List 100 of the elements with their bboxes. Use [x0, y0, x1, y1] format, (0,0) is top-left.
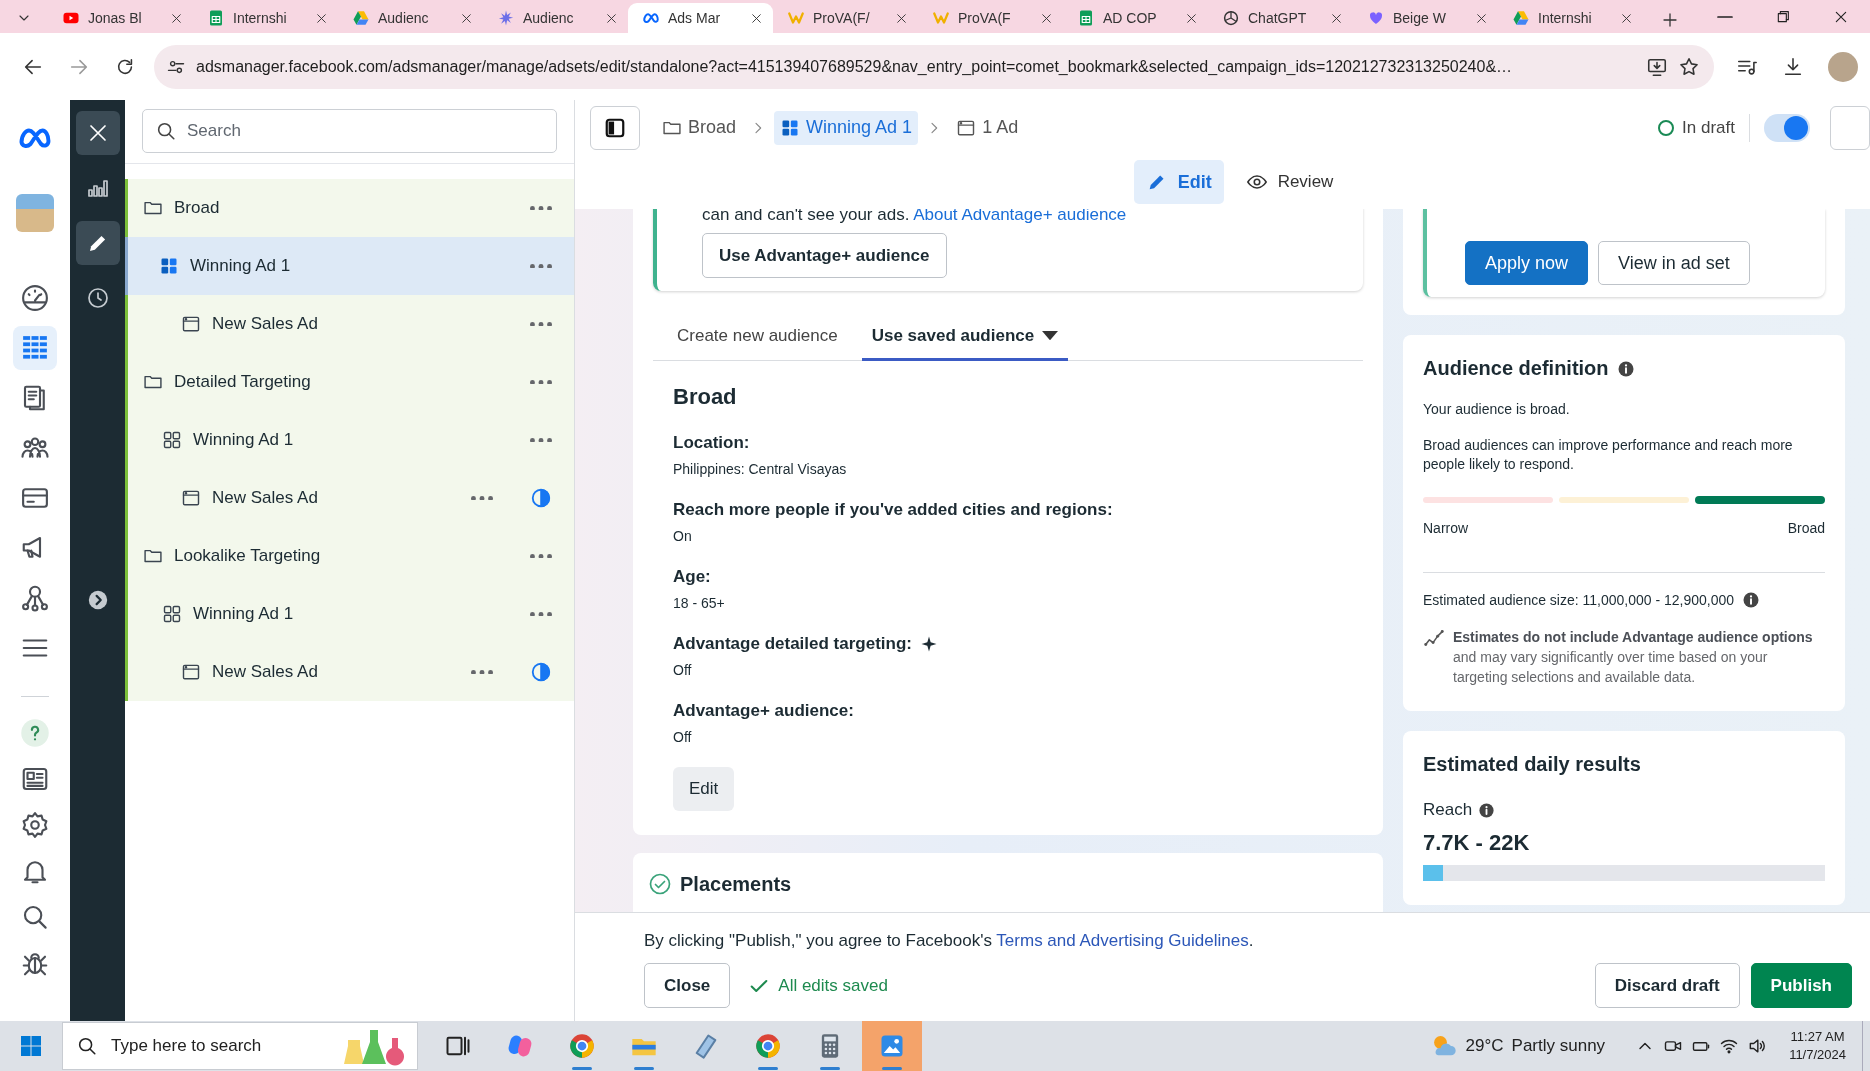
breadcrumb-item[interactable]: Broad — [656, 110, 743, 145]
triangle-logo-icon — [352, 9, 370, 27]
search-field[interactable]: Search — [142, 109, 557, 153]
browser-tab[interactable]: AD COP — [1063, 3, 1208, 33]
close-tab-button[interactable] — [1040, 11, 1053, 25]
tree-row[interactable]: New Sales Ad — [128, 643, 574, 701]
more-button[interactable] — [471, 669, 493, 675]
close-tab-button[interactable] — [750, 11, 763, 25]
field-label: Advantage+ audience: — [673, 701, 854, 721]
spreadsheet-icon — [1077, 9, 1095, 27]
weather-temp: 29°C — [1465, 1036, 1504, 1056]
tree-row[interactable]: Lookalike Targeting — [128, 527, 574, 585]
more-button[interactable] — [530, 553, 552, 559]
search-icon — [155, 120, 177, 142]
browser-tab[interactable]: Audienc — [483, 3, 628, 33]
close-tab-button[interactable] — [170, 11, 183, 25]
close-tab-button[interactable] — [315, 11, 328, 25]
close-tab-button[interactable] — [1185, 11, 1198, 25]
section-title: Placements — [680, 872, 792, 896]
browser-tab[interactable]: ProVA(F/ — [773, 3, 918, 33]
field-value: Off — [673, 662, 693, 678]
close-tab-button[interactable] — [1475, 11, 1488, 25]
breadcrumb-item[interactable]: Winning Ad 1 — [774, 110, 919, 145]
field-label: Advantage detailed targeting: — [673, 634, 912, 654]
tree-item-label: New Sales Ad — [212, 662, 318, 682]
mode-button[interactable]: Edit — [1133, 160, 1224, 204]
audience-tab[interactable]: Use saved audience — [861, 313, 1069, 361]
sidebar-toggle-icon — [604, 116, 626, 139]
card-title: Estimated daily results — [1423, 753, 1641, 776]
close-tab-button[interactable] — [460, 11, 473, 25]
more-button[interactable] — [530, 379, 552, 385]
scale-label: Narrow — [1423, 520, 1469, 536]
breadcrumb-item[interactable]: 1 Ad — [950, 110, 1025, 145]
status-ring — [1658, 119, 1675, 136]
tree-item-label: Detailed Targeting — [174, 372, 311, 392]
more-button[interactable] — [530, 611, 552, 617]
more-button[interactable] — [530, 263, 552, 269]
browser-tab[interactable]: Internshi — [1498, 3, 1643, 33]
clock[interactable]: 11:27 AM 11/7/2024 — [1789, 1028, 1846, 1064]
close-tab-button[interactable] — [895, 11, 908, 25]
tree-row[interactable]: Detailed Targeting — [128, 353, 574, 411]
nav-button[interactable] — [13, 326, 57, 370]
terms-link[interactable]: Terms and Advertising Guidelines — [996, 931, 1249, 950]
sparkle-icon — [920, 635, 938, 653]
publish-button[interactable]: Publish — [1750, 963, 1852, 1008]
half-circle-icon — [530, 661, 552, 683]
tool-button[interactable] — [75, 221, 120, 265]
help-icon — [20, 718, 50, 748]
tree-row[interactable]: Broad — [128, 179, 574, 237]
more-button[interactable] — [530, 321, 552, 327]
tree-item-label: New Sales Ad — [212, 314, 318, 334]
apply-button[interactable]: Apply now — [1465, 241, 1589, 285]
discard-button[interactable]: Discard draft — [1594, 963, 1740, 1008]
more-button[interactable] — [471, 495, 493, 501]
more-button[interactable] — [530, 205, 552, 211]
tree-row[interactable]: New Sales Ad — [128, 469, 574, 527]
close-tab-button[interactable] — [605, 11, 618, 25]
close-icon — [1185, 11, 1198, 25]
more-button[interactable] — [530, 437, 552, 443]
close-icon — [170, 11, 183, 25]
audience-tab[interactable]: Create new audience — [667, 313, 848, 361]
close-tab-button[interactable] — [1330, 11, 1343, 25]
download-icon — [1782, 55, 1804, 78]
sidebar-toggle-button[interactable] — [590, 105, 640, 150]
more-icon — [471, 669, 493, 675]
toggle-switch[interactable] — [1764, 113, 1810, 142]
browser-tab[interactable]: ProVA(F — [918, 3, 1063, 33]
mode-button[interactable]: Review — [1233, 160, 1346, 204]
star-icon[interactable] — [1678, 55, 1700, 78]
browser-tab[interactable]: Internshi — [193, 3, 338, 33]
tree-row[interactable]: Winning Ad 1 — [125, 237, 574, 295]
advantage-button[interactable]: Use Advantage+ audience — [702, 233, 947, 278]
close-button[interactable]: Close — [644, 963, 731, 1008]
tree-row[interactable]: New Sales Ad — [128, 295, 574, 353]
spreadsheet-icon — [207, 9, 225, 27]
browser-tab[interactable]: Ads Mar — [628, 3, 773, 33]
tree-row[interactable]: Winning Ad 1 — [128, 585, 574, 643]
browser-tab[interactable]: Jonas Bl — [48, 3, 193, 33]
close-button[interactable] — [75, 111, 120, 155]
consent-text: By clicking "Publish," you agree to Facebook's Terms and Advertising Guidelines. — [644, 931, 1255, 951]
tree-row[interactable]: Winning Ad 1 — [128, 411, 574, 469]
browser-tab[interactable]: Beige W — [1353, 3, 1498, 33]
browser-tab[interactable]: ChatGPT — [1208, 3, 1353, 33]
taskbar-search-field[interactable]: Type here to search — [62, 1022, 418, 1070]
audience-size: Estimated audience size: 11,000,000 - 12,900,000 — [1423, 592, 1735, 608]
grid-icon — [162, 430, 182, 450]
field-label: Reach more people if you've added cities and regions: — [673, 500, 1113, 520]
edit-button[interactable]: Edit — [673, 767, 735, 811]
audience-name: Broad — [673, 384, 738, 410]
browser-tab[interactable]: Audienc — [338, 3, 483, 33]
close-icon — [1330, 11, 1343, 25]
address-bar[interactable]: adsmanager.facebook.com/adsmanager/manage/adsets/edit/standalone?act=415139407689529&nav_entry_point=comet_bookmark&selected_campaign_ids=120212732313250240&… — [154, 44, 1714, 89]
close-icon — [460, 11, 473, 25]
close-icon — [315, 11, 328, 25]
more-icon — [530, 379, 552, 385]
reach-range: 7.7K - 22K — [1423, 830, 1531, 856]
view-button[interactable]: View in ad set — [1598, 241, 1750, 285]
tree-item-label: Winning Ad 1 — [190, 256, 291, 276]
heart-icon — [1367, 9, 1385, 27]
close-tab-button[interactable] — [1620, 11, 1633, 25]
